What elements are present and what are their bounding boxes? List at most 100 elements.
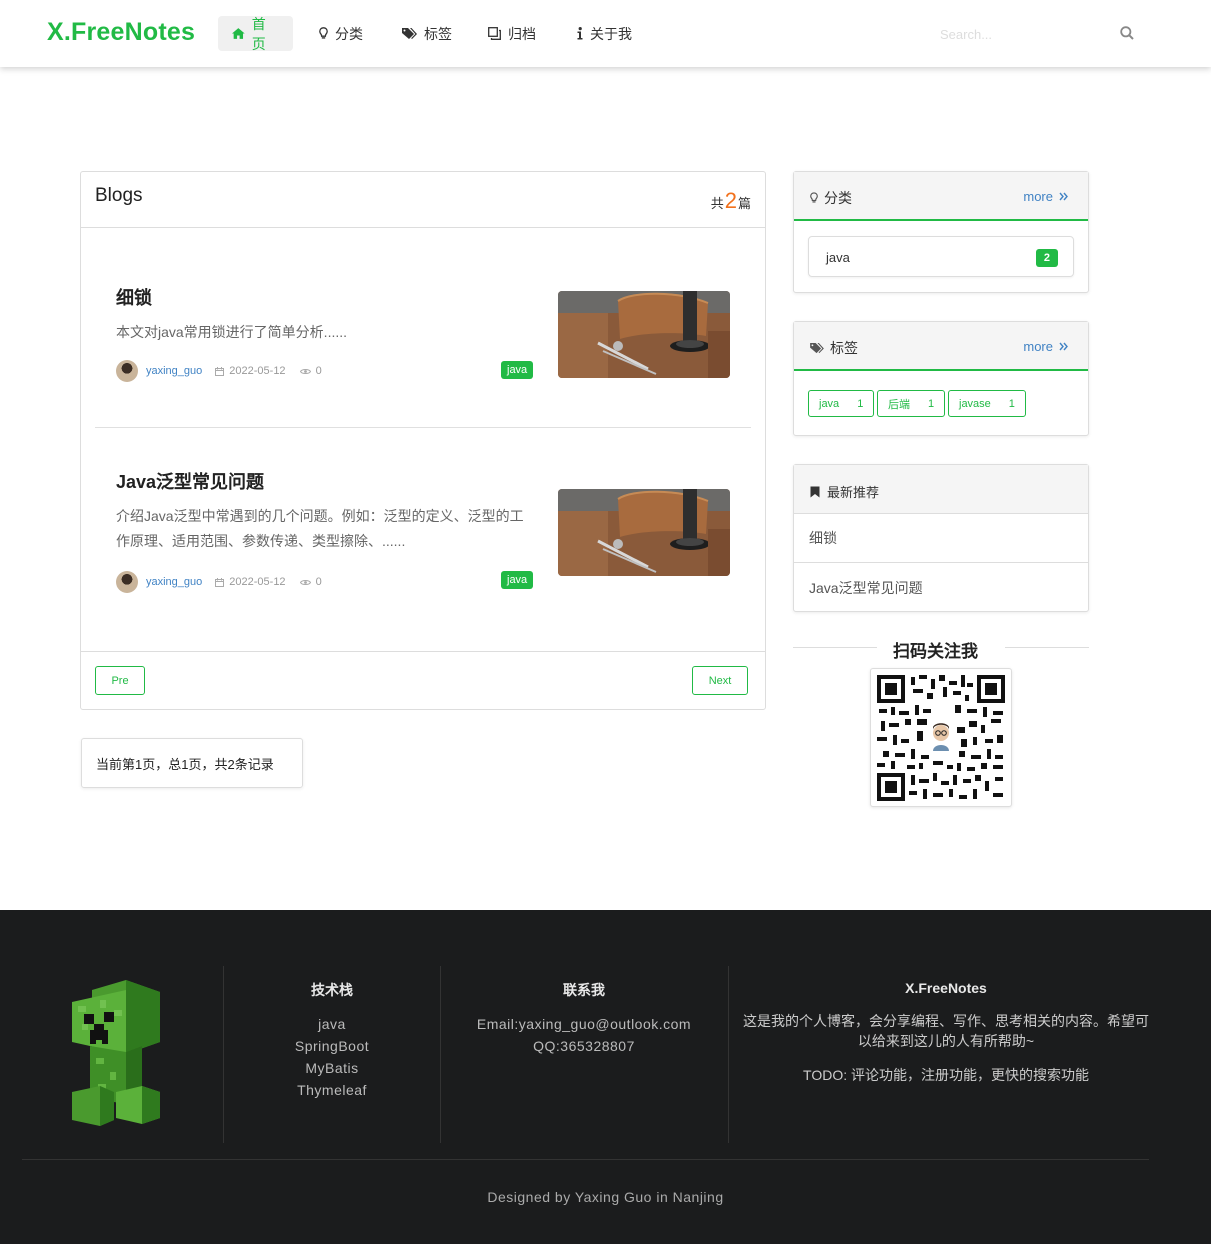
calendar-icon <box>215 366 225 376</box>
post-date-text: 2022-05-12 <box>229 576 286 588</box>
post-date: 2022-05-12 <box>215 576 286 588</box>
nav-item-about[interactable]: 关于我 <box>563 16 646 51</box>
footer-tech-title: 技术栈 <box>311 982 353 998</box>
recommend-card: 最新推荐 细锁 Java泛型常见问题 <box>793 464 1089 612</box>
footer-qq: QQ:365328807 <box>533 1038 635 1054</box>
nav-tags-label: 标签 <box>424 25 452 42</box>
nav-item-archive[interactable]: 归档 <box>474 16 550 51</box>
post-date: 2022-05-12 <box>215 365 286 377</box>
nav-item-home[interactable]: 首页 <box>218 15 293 52</box>
nav-about-label: 关于我 <box>590 25 632 42</box>
post-excerpt: 本文对java常用锁进行了简单分析...... <box>116 324 348 340</box>
top-navbar: X.FreeNotes 首页 分类 标签 归档 关于我 <box>0 0 1211 67</box>
eye-icon <box>299 368 311 374</box>
footer-rule <box>22 1159 1149 1160</box>
blog-list-card: Blogs 共 2 篇 细锁 本文对java常用锁进行了简单分析...... y… <box>80 171 766 710</box>
calendar-icon <box>215 577 225 587</box>
avatar <box>116 360 138 382</box>
eye-icon <box>299 579 311 585</box>
tag-count: 1 <box>1008 397 1015 410</box>
tags-card-title: 标签 <box>810 338 858 358</box>
nav-category-label: 分类 <box>335 25 363 42</box>
creeper-logo-icon <box>70 980 162 1131</box>
prev-page-button[interactable]: Pre <box>95 666 145 695</box>
footer-contact-list: Email:yaxing_guo@outlook.com QQ:36532880… <box>448 1013 720 1057</box>
footer-contact-title: 联系我 <box>563 982 605 998</box>
tags-more-text: more <box>1023 339 1053 354</box>
footer-tech-item[interactable]: SpringBoot <box>232 1035 432 1057</box>
nav-item-category[interactable]: 分类 <box>305 16 377 51</box>
blog-count-suffix: 篇 <box>737 196 751 211</box>
blog-list-header: Blogs 共 2 篇 <box>81 172 765 228</box>
tags-more-link[interactable]: more <box>1023 339 1068 354</box>
post-views: 0 <box>299 365 322 377</box>
qr-code-image <box>870 668 1012 807</box>
footer-about-column: X.FreeNotes 这是我的个人博客，会分享编程、写作、思考相关的内容。希望… <box>738 966 1154 1143</box>
post-tag[interactable]: java <box>501 361 534 379</box>
tags-icon <box>810 342 824 353</box>
category-item-java[interactable]: java 2 <box>808 236 1074 277</box>
bookmark-icon <box>810 486 820 497</box>
pagination-info: 当前第1页，总1页，共2条记录 <box>81 738 303 788</box>
recommend-item[interactable]: Java泛型常见问题 <box>794 563 1088 612</box>
home-icon <box>232 28 245 39</box>
post-title[interactable]: 细锁 <box>116 284 152 310</box>
footer-about-title: X.FreeNotes <box>905 980 987 996</box>
tags-icon <box>402 27 417 39</box>
category-card-title: 分类 <box>810 188 852 208</box>
post-author[interactable]: yaxing_guo <box>146 365 202 377</box>
search-input[interactable] <box>940 22 1110 46</box>
category-name: java <box>826 250 850 265</box>
footer-tech-item[interactable]: Thymeleaf <box>232 1079 432 1101</box>
qr-section-header: 扫码关注我 <box>793 637 1089 661</box>
post-title[interactable]: Java泛型常见问题 <box>116 468 264 494</box>
category-more-text: more <box>1023 189 1053 204</box>
avatar <box>116 571 138 593</box>
tags-card-header: 标签 more <box>794 322 1088 371</box>
nav-item-tags[interactable]: 标签 <box>388 16 466 51</box>
category-card-header: 分类 more <box>794 172 1088 221</box>
post-views-count: 0 <box>315 365 322 377</box>
post-thumbnail[interactable] <box>558 291 730 378</box>
next-page-button[interactable]: Next <box>692 666 748 695</box>
footer-divider <box>440 966 441 1143</box>
post-author[interactable]: yaxing_guo <box>146 576 202 588</box>
recommend-card-title: 最新推荐 <box>810 482 879 501</box>
post-excerpt: 介绍Java泛型中常遇到的几个问题。例如：泛型的定义、泛型的工作原理、适用范围、… <box>116 508 524 549</box>
site-logo[interactable]: X.FreeNotes <box>47 18 195 47</box>
post-divider <box>95 427 751 428</box>
recommend-item[interactable]: 细锁 <box>794 514 1088 563</box>
info-icon <box>577 27 583 40</box>
blog-post: 细锁 本文对java常用锁进行了简单分析...... yaxing_guo 20… <box>95 272 751 392</box>
footer-divider <box>728 966 729 1143</box>
recommend-card-title-text: 最新推荐 <box>827 485 880 500</box>
category-card: 分类 more java 2 <box>793 171 1089 293</box>
footer-todo-text: TODO: 评论功能，注册功能，更快的搜索功能 <box>803 1067 1089 1083</box>
category-count-badge: 2 <box>1035 249 1058 267</box>
double-chevron-right-icon <box>1059 342 1068 351</box>
category-more-link[interactable]: more <box>1023 189 1068 204</box>
post-thumbnail[interactable] <box>558 489 730 576</box>
tag-count: 1 <box>928 397 935 410</box>
nav-home-label: 首页 <box>251 15 266 52</box>
footer-email[interactable]: Email:yaxing_guo@outlook.com <box>448 1013 720 1035</box>
search-icon[interactable] <box>1120 26 1134 40</box>
tag-chip-java[interactable]: java 1 <box>808 390 875 417</box>
lightbulb-icon <box>810 192 818 203</box>
tag-chip-backend[interactable]: 后端 1 <box>877 390 946 417</box>
qr-divider-left <box>793 647 877 648</box>
category-card-title-text: 分类 <box>824 190 852 206</box>
tag-chip-javase[interactable]: javase 1 <box>948 390 1026 417</box>
footer-tech-item[interactable]: MyBatis <box>232 1057 432 1079</box>
post-meta: yaxing_guo 2022-05-12 0 <box>116 571 336 593</box>
footer-about-text: 这是我的个人博客，会分享编程、写作、思考相关的内容。希望可以给来到这儿的人有所帮… <box>743 1013 1149 1049</box>
blog-count: 共 2 篇 <box>711 188 751 214</box>
footer-tech-item[interactable]: java <box>232 1013 432 1035</box>
blog-list-footer: Pre Next <box>81 651 765 709</box>
nav-archive-label: 归档 <box>508 25 536 42</box>
post-views: 0 <box>299 576 322 588</box>
blog-count-number: 2 <box>724 188 737 213</box>
post-tag[interactable]: java <box>501 571 534 589</box>
tag-count: 1 <box>857 397 864 410</box>
post-date-text: 2022-05-12 <box>229 365 286 377</box>
